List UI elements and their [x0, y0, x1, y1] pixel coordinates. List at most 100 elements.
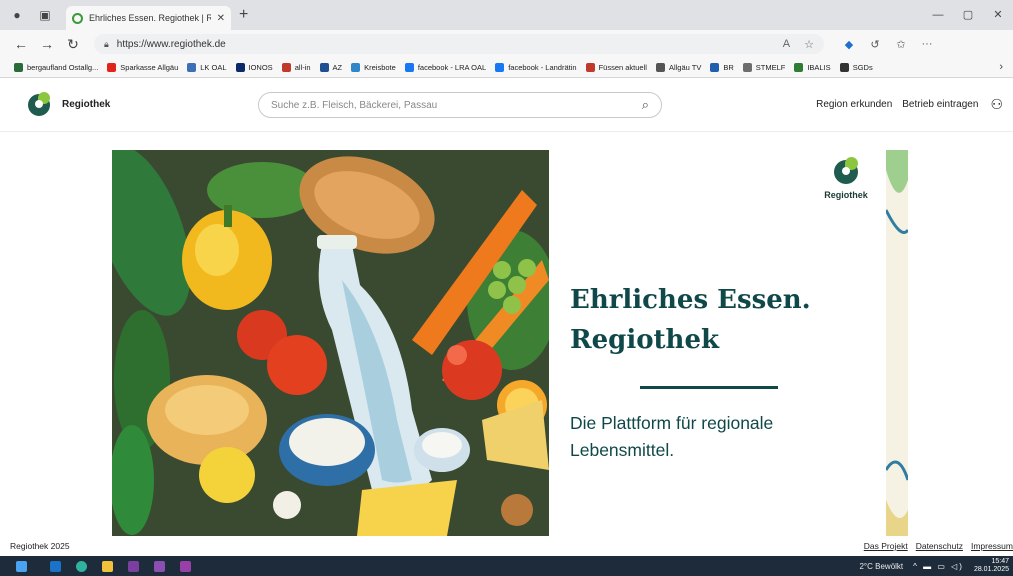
bookmark-label: BR	[723, 63, 734, 72]
more-menu-icon[interactable]: ···	[914, 38, 940, 50]
bookmark-item[interactable]: Kreisbote	[351, 63, 396, 72]
extension-icon[interactable]: ◆	[836, 38, 862, 51]
close-tab-icon[interactable]: ✕	[217, 13, 225, 24]
bookmark-item[interactable]: IBALIS	[794, 63, 831, 72]
bookmark-favicon-icon	[794, 63, 804, 72]
reload-icon[interactable]: ↻	[60, 36, 86, 53]
search-placeholder: Suche z.B. Fleisch, Bäckerei, Passau	[271, 99, 438, 111]
bookmark-label: IONOS	[248, 63, 273, 72]
url-field[interactable]: 🔒︎ https://www.regiothek.de A ☆	[94, 34, 824, 54]
edge-icon[interactable]	[68, 556, 94, 576]
bookmark-favicon-icon	[495, 63, 505, 72]
maximize-icon[interactable]: ▢	[953, 0, 983, 30]
bookmark-label: SGDs	[852, 63, 873, 72]
bookmark-label: LK OAL	[200, 63, 227, 72]
bookmark-label: facebook - LRA OAL	[417, 63, 487, 72]
bookmark-label: Kreisbote	[364, 63, 396, 72]
site-header: Regiothek Suche z.B. Fleisch, Bäckerei, …	[0, 78, 1013, 132]
site-brand-name: Regiothek	[62, 99, 111, 110]
bookmark-item[interactable]: facebook - LRA OAL	[404, 63, 487, 72]
footer-link-privacy[interactable]: Datenschutz	[916, 541, 963, 551]
bookmarks-overflow-icon[interactable]: ›	[999, 61, 1003, 73]
start-icon[interactable]	[8, 556, 34, 576]
bookmark-favicon-icon	[839, 63, 849, 72]
hero-food-illustration	[112, 150, 549, 536]
search-input[interactable]: Suche z.B. Fleisch, Bäckerei, Passau ⌕	[258, 92, 662, 118]
tray-icons[interactable]: ^ ▬ ▭ ◁)	[913, 562, 964, 571]
minimize-icon[interactable]: —	[923, 0, 953, 30]
bookmark-item[interactable]: bergaufland Ostallg...	[14, 63, 98, 72]
browser-tab-active[interactable]: Ehrliches Essen. Regiothek | Regio ✕	[66, 6, 231, 30]
footer-links: Das Projekt Datenschutz Impressum	[856, 541, 1013, 551]
user-account-icon[interactable]: ⚇	[990, 96, 1003, 113]
bookmark-label: facebook - Landrätin	[508, 63, 577, 72]
region-explore-link[interactable]: Region erkunden	[816, 99, 892, 110]
bookmark-favicon-icon	[281, 63, 291, 72]
profile-icon[interactable]: ●	[6, 4, 28, 26]
register-business-link[interactable]: Betrieb eintragen	[902, 99, 978, 110]
favorites-icon[interactable]: ✩	[888, 38, 914, 51]
bookmark-item[interactable]: BR	[710, 63, 734, 72]
bookmark-item[interactable]: AZ	[319, 63, 343, 72]
bookmark-item[interactable]: IONOS	[235, 63, 273, 72]
bookmark-label: bergaufland Ostallg...	[27, 63, 99, 72]
onenote-icon[interactable]	[120, 556, 146, 576]
hero-divider	[640, 386, 778, 389]
hero-headline-line1: Ehrliches Essen.	[570, 285, 811, 315]
bookmark-label: AZ	[332, 63, 343, 72]
tab-actions-icon[interactable]: ▣	[34, 4, 56, 26]
footer-link-imprint[interactable]: Impressum	[971, 541, 1013, 551]
hero-decorative-strip	[886, 150, 908, 536]
bookmark-label: all-in	[294, 63, 311, 72]
bookmark-item[interactable]: Allgäu TV	[655, 63, 701, 72]
hero-brand-badge: Regiothek	[820, 157, 872, 200]
weather-widget[interactable]: 2°C Bewölkt	[859, 562, 903, 571]
windows-taskbar: 2°C Bewölkt ^ ▬ ▭ ◁) 15:47 28.01.2025	[0, 556, 1013, 576]
bookmark-favicon-icon	[319, 63, 329, 72]
collections-icon[interactable]: ↺	[862, 38, 888, 51]
search-icon[interactable]: ⌕	[642, 97, 649, 113]
bookmark-item[interactable]: all-in	[281, 63, 311, 72]
hero-headline: Ehrliches Essen. Regiothek	[570, 280, 811, 360]
clock[interactable]: 15:47 28.01.2025	[974, 558, 1009, 574]
bookmark-favicon-icon	[14, 63, 23, 72]
outlook-icon[interactable]	[42, 556, 68, 576]
hero-tagline: Die Plattform für regionale Lebensmittel…	[570, 413, 774, 460]
read-aloud-icon[interactable]: A	[783, 38, 790, 50]
bookmark-favicon-icon	[351, 63, 361, 72]
bookmark-item[interactable]: LK OAL	[187, 63, 227, 72]
bookmark-item[interactable]: Füssen aktuell	[585, 63, 647, 72]
favorite-star-icon[interactable]: ☆	[804, 38, 814, 51]
bookmark-favicon-icon	[710, 63, 720, 72]
new-tab-icon[interactable]: +	[239, 6, 248, 24]
lock-icon[interactable]: 🔒︎	[104, 39, 109, 50]
footer-link-project[interactable]: Das Projekt	[864, 541, 908, 551]
bookmarks-bar: bergaufland Ostallg... Sparkasse Allgäu LK…	[0, 58, 1013, 78]
bookmark-item[interactable]: SGDs	[839, 63, 873, 72]
bookmark-favicon-icon	[404, 63, 414, 72]
back-icon[interactable]: ←	[8, 36, 34, 52]
hero-badge-label: Regiothek	[824, 190, 868, 200]
footer-copyright: Regiothek 2025	[10, 541, 70, 551]
bookmark-item[interactable]: STMELF	[742, 63, 786, 72]
tab-title: Ehrliches Essen. Regiothek | Regio	[89, 13, 211, 23]
bookmark-item[interactable]: Sparkasse Allgäu	[107, 63, 178, 72]
regiothek-logo-icon	[28, 91, 50, 116]
url-text: https://www.regiothek.de	[116, 38, 226, 50]
forward-icon[interactable]: →	[34, 36, 60, 52]
file-explorer-icon[interactable]	[94, 556, 120, 576]
bookmark-favicon-icon	[107, 63, 117, 72]
site-logo[interactable]: Regiothek	[28, 91, 111, 116]
address-bar-row: ← → ↻ 🔒︎ https://www.regiothek.de A ☆ ◆ …	[0, 30, 1013, 58]
bookmark-favicon-icon	[655, 63, 665, 72]
regiothek-app-icon[interactable]	[146, 556, 172, 576]
site-nav: Region erkunden Betrieb eintragen ⚇	[806, 96, 1003, 113]
regiothek-favicon-icon	[72, 12, 83, 24]
close-window-icon[interactable]: ✕	[983, 0, 1013, 30]
window-controls: — ▢ ✕	[923, 0, 1013, 30]
pinned-app-icon[interactable]	[172, 556, 198, 576]
bookmark-item[interactable]: facebook - Landrätin	[495, 63, 577, 72]
bookmark-favicon-icon	[187, 63, 197, 72]
bookmark-label: STMELF	[755, 63, 786, 72]
bookmark-favicon-icon	[585, 63, 595, 72]
